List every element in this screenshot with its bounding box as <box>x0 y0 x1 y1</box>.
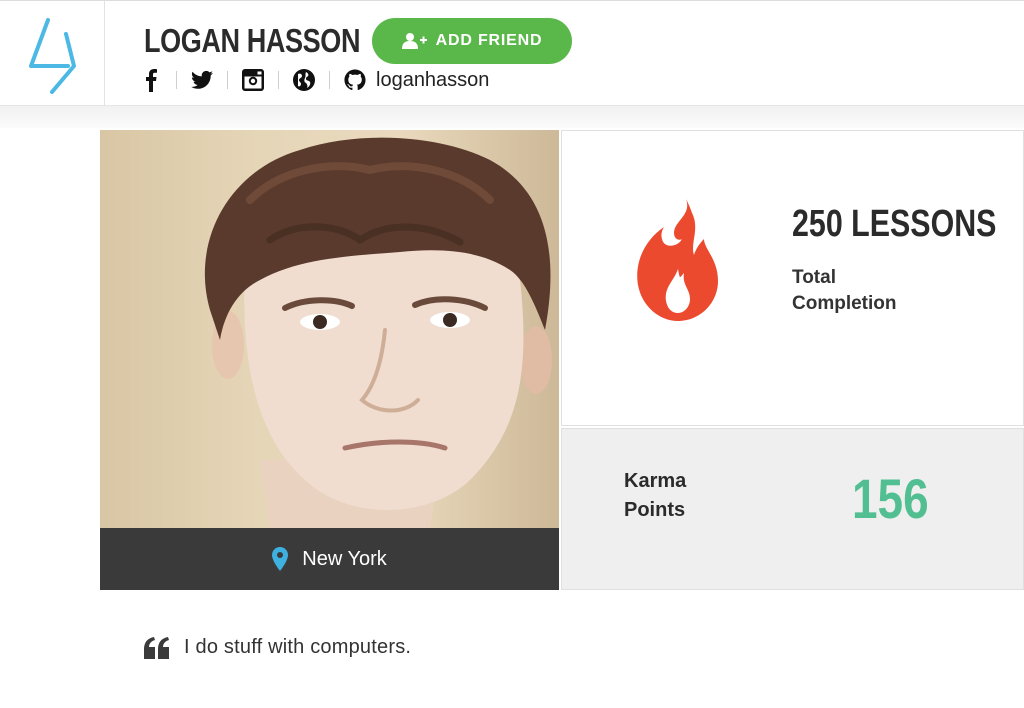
instagram-link[interactable] <box>242 67 264 93</box>
logo-cell <box>0 1 105 106</box>
twitter-link[interactable] <box>191 67 213 93</box>
facebook-link[interactable] <box>140 67 162 93</box>
flame-icon <box>637 199 718 321</box>
facebook-icon <box>146 69 157 92</box>
lessons-stat-card: 250 LESSONS Total Completion <box>561 130 1024 426</box>
profile-header: LOGAN HASSON ADD FRIEND loganhasson <box>0 0 1024 106</box>
bio-text: I do stuff with computers. <box>184 636 412 658</box>
karma-value: 156 <box>852 467 929 530</box>
instagram-icon <box>242 69 264 91</box>
globe-icon <box>293 69 315 91</box>
location-text: New York <box>302 547 387 570</box>
header-shadow <box>0 106 1024 128</box>
lessons-label: Total Completion <box>792 267 897 314</box>
website-link[interactable] <box>293 67 315 93</box>
lessons-count: 250 LESSONS <box>792 203 997 245</box>
map-pin-icon <box>272 547 289 571</box>
social-links: loganhasson <box>140 65 489 95</box>
twitter-icon <box>191 70 213 89</box>
quote-icon <box>144 636 169 659</box>
karma-label: Karma Points <box>624 470 687 521</box>
divider <box>227 71 228 89</box>
profile-photo-card: New York <box>100 130 559 590</box>
location-bar: New York <box>100 528 559 590</box>
add-friend-label: ADD FRIEND <box>435 32 543 49</box>
karma-stat-card: Karma Points 156 <box>561 428 1024 590</box>
user-name: LOGAN HASSON <box>144 22 361 59</box>
bio: I do stuff with computers. <box>144 636 411 659</box>
profile-photo <box>100 130 559 528</box>
github-link[interactable] <box>344 67 366 93</box>
divider <box>176 71 177 89</box>
profile-portrait-image <box>204 137 552 528</box>
divider <box>278 71 279 89</box>
github-handle[interactable]: loganhasson <box>376 69 489 92</box>
divider <box>329 71 330 89</box>
add-user-icon <box>401 33 427 49</box>
github-icon <box>344 69 366 91</box>
add-friend-button[interactable]: ADD FRIEND <box>372 18 572 64</box>
brand-logo-icon[interactable] <box>28 16 78 94</box>
